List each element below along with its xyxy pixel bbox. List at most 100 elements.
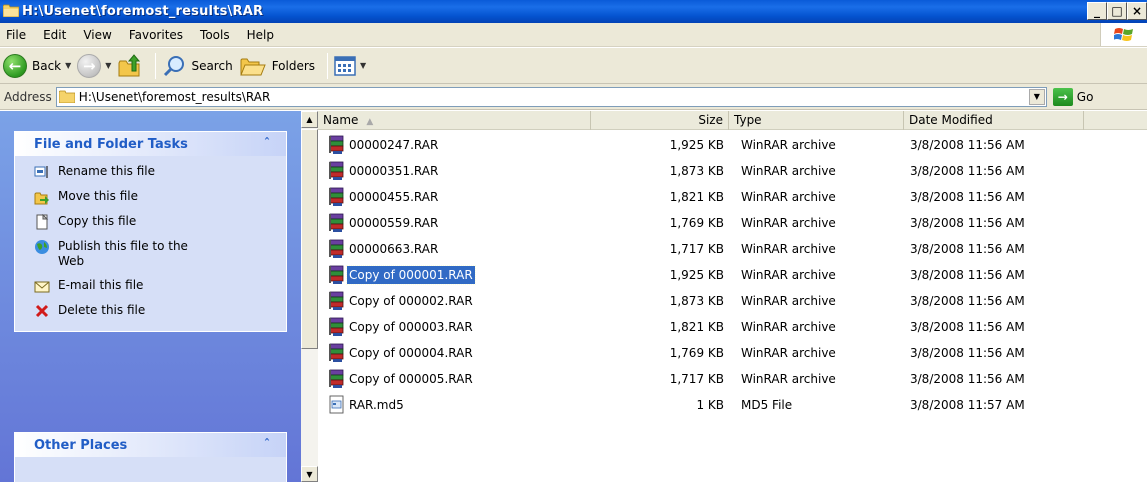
file-row[interactable]: Copy of 000002.RAR 1,873 KB WinRAR archive… — [318, 288, 1147, 314]
menu-file[interactable]: File — [6, 28, 26, 42]
search-label: Search — [191, 58, 233, 73]
search-button[interactable]: Search — [162, 54, 233, 78]
column-header-size[interactable]: Size — [591, 111, 729, 130]
winrar-icon — [328, 239, 347, 259]
task-delete[interactable]: Delete this file — [34, 303, 280, 319]
file-date-modified: 3/8/2008 11:56 AM — [910, 190, 1025, 204]
toolbar: ← Back ▼ → ▼ Search Folders ▼ — [0, 47, 1147, 84]
copy-icon — [34, 214, 50, 230]
file-type: WinRAR archive — [741, 242, 836, 256]
file-size: 1,769 KB — [669, 346, 724, 360]
file-row[interactable]: 00000455.RAR 1,821 KB WinRAR archive 3/8/20… — [318, 184, 1147, 210]
file-row[interactable]: Copy of 000001.RAR 1,925 KB WinRAR archive… — [318, 262, 1147, 288]
menu-view[interactable]: View — [83, 28, 111, 42]
file-name-cell[interactable]: RAR.md5 — [328, 392, 406, 418]
file-name: Copy of 000003.RAR — [349, 320, 473, 334]
menu-favorites[interactable]: Favorites — [129, 28, 183, 42]
chevron-down-icon[interactable]: ▼ — [360, 61, 366, 70]
winrar-icon — [328, 343, 347, 363]
toolbar-separator — [155, 52, 157, 79]
file-name: 00000351.RAR — [349, 164, 439, 178]
file-row[interactable]: 00000663.RAR 1,717 KB WinRAR archive 3/8/20… — [318, 236, 1147, 262]
views-button[interactable]: ▼ — [334, 55, 366, 76]
panel-title: File and Folder Tasks — [34, 136, 188, 152]
file-size: 1,925 KB — [669, 268, 724, 282]
task-rename[interactable]: Rename this file — [34, 164, 280, 180]
task-move[interactable]: Move this file — [34, 189, 280, 205]
menu-help[interactable]: Help — [247, 28, 274, 42]
forward-button[interactable]: → ▼ — [77, 53, 111, 78]
address-dropdown-icon[interactable]: ▼ — [1028, 88, 1045, 105]
task-publish[interactable]: Publish this file to the Web — [34, 239, 280, 269]
file-name-cell[interactable]: 00000455.RAR — [328, 184, 440, 210]
delete-icon — [34, 303, 50, 319]
search-icon — [164, 55, 185, 76]
panel-header[interactable]: Other Places ˆ — [15, 433, 286, 457]
file-name-cell[interactable]: 00000559.RAR — [328, 210, 440, 236]
file-name-cell[interactable]: Copy of 000001.RAR — [328, 262, 476, 288]
minimize-button[interactable]: _ — [1087, 2, 1107, 20]
collapse-chevron-icon[interactable]: ˆ — [264, 437, 270, 451]
file-row[interactable]: 00000247.RAR 1,925 KB WinRAR archive 3/8/20… — [318, 132, 1147, 158]
window-title: H:\Usenet\foremost_results\RAR — [22, 4, 264, 19]
go-arrow-icon: → — [1052, 87, 1073, 106]
file-size: 1,717 KB — [669, 242, 724, 256]
file-size: 1 KB — [696, 398, 724, 412]
title-bar[interactable]: H:\Usenet\foremost_results\RAR _ □ × — [0, 0, 1147, 23]
back-label: Back — [32, 58, 62, 73]
column-header-row: Name ▲ Size Type Date Modified — [318, 111, 1147, 130]
file-row[interactable]: Copy of 000005.RAR 1,717 KB WinRAR archive… — [318, 366, 1147, 392]
file-type: MD5 File — [741, 398, 793, 412]
scrollbar-thumb[interactable] — [301, 129, 318, 349]
md5-file-icon — [328, 395, 347, 415]
address-label: Address — [4, 89, 52, 104]
close-button[interactable]: × — [1127, 2, 1147, 20]
file-name: Copy of 000004.RAR — [349, 346, 473, 360]
column-header-date[interactable]: Date Modified — [904, 111, 1084, 130]
file-type: WinRAR archive — [741, 216, 836, 230]
file-row[interactable]: 00000559.RAR 1,769 KB WinRAR archive 3/8/20… — [318, 210, 1147, 236]
column-header-type[interactable]: Type — [729, 111, 904, 130]
menu-bar: File Edit View Favorites Tools Help — [0, 23, 1147, 47]
file-row[interactable]: Copy of 000003.RAR 1,821 KB WinRAR archive… — [318, 314, 1147, 340]
go-button[interactable]: → Go — [1052, 87, 1094, 106]
file-name-cell[interactable]: Copy of 000004.RAR — [328, 340, 475, 366]
task-label: Delete this file — [58, 303, 146, 317]
maximize-button[interactable]: □ — [1107, 2, 1127, 20]
file-name: Copy of 000002.RAR — [349, 294, 473, 308]
task-email[interactable]: E-mail this file — [34, 278, 280, 294]
task-copy[interactable]: Copy this file — [34, 214, 280, 230]
chevron-down-icon[interactable]: ▼ — [65, 61, 71, 70]
file-size: 1,873 KB — [669, 164, 724, 178]
file-name-cell[interactable]: Copy of 000003.RAR — [328, 314, 475, 340]
scroll-up-icon[interactable]: ▲ — [301, 111, 318, 128]
menu-tools[interactable]: Tools — [200, 28, 230, 42]
file-name: 00000247.RAR — [349, 138, 439, 152]
folders-button[interactable]: Folders — [239, 54, 315, 78]
folders-icon — [239, 58, 266, 75]
address-input[interactable]: H:\Usenet\foremost_results\RAR ▼ — [55, 86, 1047, 107]
panel-header[interactable]: File and Folder Tasks ˆ — [15, 132, 286, 156]
file-name: Copy of 000001.RAR — [346, 265, 476, 285]
go-label: Go — [1076, 89, 1094, 104]
column-label: Name — [323, 113, 359, 127]
file-row[interactable]: Copy of 000004.RAR 1,769 KB WinRAR archive… — [318, 340, 1147, 366]
file-row[interactable]: 00000351.RAR 1,873 KB WinRAR archive 3/8/20… — [318, 158, 1147, 184]
file-row[interactable]: RAR.md5 1 KB MD5 File 3/8/2008 11:57 AM — [318, 392, 1147, 418]
column-header-name[interactable]: Name ▲ — [318, 111, 591, 130]
up-folder-icon — [118, 53, 141, 76]
file-name-cell[interactable]: Copy of 000005.RAR — [328, 366, 475, 392]
collapse-chevron-icon[interactable]: ˆ — [264, 136, 270, 150]
file-name: 00000559.RAR — [349, 216, 439, 230]
up-folder-button[interactable] — [117, 53, 143, 79]
file-name-cell[interactable]: 00000351.RAR — [328, 158, 440, 184]
file-name-cell[interactable]: 00000663.RAR — [328, 236, 440, 262]
folders-label: Folders — [271, 58, 316, 73]
task-pane-scrollbar[interactable]: ▲ — [301, 111, 318, 466]
back-button[interactable]: ← Back ▼ — [3, 53, 71, 78]
file-name-cell[interactable]: 00000247.RAR — [328, 132, 440, 158]
menu-edit[interactable]: Edit — [43, 28, 66, 42]
scroll-down-icon[interactable]: ▼ — [301, 466, 318, 482]
file-name-cell[interactable]: Copy of 000002.RAR — [328, 288, 475, 314]
chevron-down-icon[interactable]: ▼ — [105, 61, 111, 70]
